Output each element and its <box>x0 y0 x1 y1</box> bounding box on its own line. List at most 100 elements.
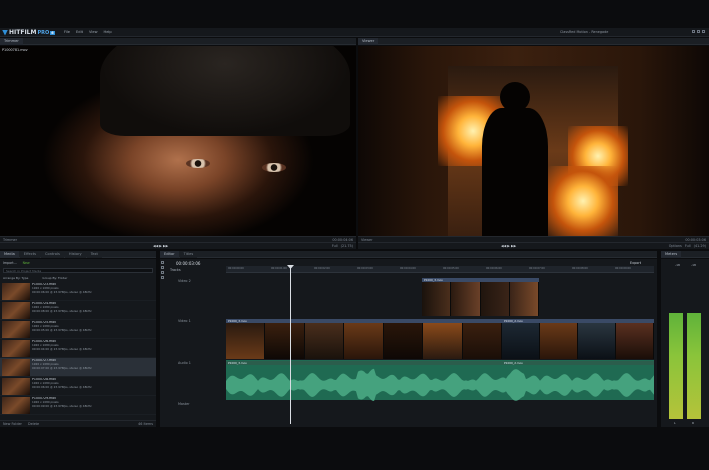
new-folder-button[interactable]: New Folder <box>3 422 22 426</box>
program-viewer[interactable] <box>358 46 709 236</box>
media-item[interactable]: P1000723.mov 1920 x 1080 pixels 00:00:06:0… <box>0 282 156 301</box>
delete-button[interactable]: Delete <box>28 422 39 426</box>
media-item-duration: 00:00:04:00 @ 23.976fps, stereo @ 48kHz <box>32 347 92 352</box>
media-search-input[interactable]: Search in Project Media <box>3 268 153 273</box>
fire-lower <box>548 166 618 236</box>
clip-video1-a[interactable]: P1000_3.mov <box>226 319 502 359</box>
viewer-options[interactable]: Options <box>669 244 682 248</box>
app-logo: HITFILM PRO 6 <box>2 29 55 36</box>
viewer-timecode: 00:00:03:06 <box>685 237 706 242</box>
track-video-1: Video 1 <box>178 319 191 323</box>
viewer-fit[interactable]: (41.29) <box>694 244 706 248</box>
trimmer-zoom[interactable]: Full <box>332 244 338 248</box>
slip-tool-icon[interactable] <box>161 276 164 279</box>
media-item[interactable]: P1000725.mov 1920 x 1080 pixels 00:00:05:0… <box>0 320 156 339</box>
viewer-playback-controls[interactable]: ◀◀ ▶ ▶▶ <box>501 244 516 248</box>
select-tool-icon[interactable] <box>161 261 164 264</box>
menu-view[interactable]: View <box>89 30 98 34</box>
media-item[interactable]: P1000726.mov 1920 x 1080 pixels 00:00:04:0… <box>0 339 156 358</box>
media-thumbnail <box>2 340 30 357</box>
media-item[interactable]: P1000729.mov 1920 x 1080 pixels 00:00:09:0… <box>0 396 156 415</box>
clip-audio-b-name: P1000_2.mov <box>502 361 654 365</box>
tab-meters[interactable]: Meters <box>661 250 682 258</box>
track-audio-1: Audio 1 <box>178 361 191 365</box>
tab-editor[interactable]: Editor <box>160 250 179 258</box>
timeline-panel: 00:00:03:06 Tracks Export 00:00:00:00 00:… <box>160 259 657 427</box>
tab-media[interactable]: Media <box>0 250 19 258</box>
meters-panel: -18 -18 L R <box>661 259 709 427</box>
ripple-tool-icon[interactable] <box>161 266 164 269</box>
new-button[interactable]: New <box>23 261 30 265</box>
arrange-by-select[interactable]: Arrange By: Type <box>3 276 28 280</box>
ruler-label: 00:00:03:00 <box>357 267 373 270</box>
media-item[interactable]: P1000727.mov 1920 x 1080 pixels 00:00:07:0… <box>0 358 156 377</box>
track-master: Master <box>178 402 190 406</box>
meter-left <box>669 313 683 419</box>
viewer-panel-header: Viewer <box>358 37 709 45</box>
export-button[interactable]: Export <box>630 261 641 265</box>
ruler-label: 00:00:00:00 <box>228 267 244 270</box>
media-item-duration: 00:00:09:00 @ 23.976fps, stereo @ 48kHz <box>32 404 92 409</box>
media-thumbnail <box>2 359 30 376</box>
clip-video1-b[interactable]: P1000_2.mov <box>502 319 654 359</box>
media-thumbnail <box>2 378 30 395</box>
media-list: P1000723.mov 1920 x 1080 pixels 00:00:06:0… <box>0 282 156 415</box>
maximize-button[interactable] <box>697 29 700 33</box>
item-count: 46 Items <box>138 422 153 426</box>
media-item-duration: 00:00:05:00 @ 23.976fps, stereo @ 48kHz <box>32 328 92 333</box>
tab-titles[interactable]: Titles <box>179 250 198 258</box>
media-panel-tabs: Media Effects Controls History Text <box>0 250 156 258</box>
trimmer-timecode: 00:00:04:06 <box>332 237 353 242</box>
tab-text[interactable]: Text <box>86 250 102 258</box>
import-button[interactable]: Import... <box>3 261 17 265</box>
media-item[interactable]: P1000724.mov 1920 x 1080 pixels 00:00:08:0… <box>0 301 156 320</box>
track-video-2: Video 2 <box>178 279 191 283</box>
trimmer-controls: ◀◀ ▶ ▶▶ Full (21.75) <box>0 242 356 249</box>
menu-edit[interactable]: Edit <box>76 30 83 34</box>
meter-right <box>687 313 701 419</box>
close-button[interactable] <box>702 29 705 33</box>
ruler-label: 00:00:08:00 <box>572 267 588 270</box>
tracks-label: Tracks <box>170 268 181 272</box>
media-thumbnail <box>2 302 30 319</box>
trimmer-fit[interactable]: (21.75) <box>341 244 353 248</box>
playback-controls[interactable]: ◀◀ ▶ ▶▶ <box>153 244 168 248</box>
left-eye <box>186 159 210 168</box>
media-item[interactable]: P1000728.mov 1920 x 1080 pixels 00:00:06:0… <box>0 377 156 396</box>
slice-tool-icon[interactable] <box>161 271 164 274</box>
menu-file[interactable]: File <box>64 30 70 34</box>
tab-controls[interactable]: Controls <box>41 250 64 258</box>
media-thumbnail <box>2 397 30 414</box>
tab-history[interactable]: History <box>64 250 86 258</box>
meter-left-peak: -18 <box>675 263 680 267</box>
minimize-button[interactable] <box>692 29 695 33</box>
ruler-label: 00:00:02:00 <box>314 267 330 270</box>
trimmer-viewer[interactable]: P1000781.mov <box>0 46 356 236</box>
clip-video2[interactable]: P1000_3.mov <box>422 278 539 316</box>
window-title: ClassRed Motion - Renegade <box>560 30 609 34</box>
ruler-label: 00:00:04:00 <box>400 267 416 270</box>
tab-effects[interactable]: Effects <box>19 250 41 258</box>
tab-viewer[interactable]: Viewer <box>358 37 379 45</box>
ruler-label: 00:00:07:00 <box>529 267 545 270</box>
playhead[interactable] <box>290 266 291 424</box>
media-item-duration: 00:00:06:00 @ 23.976fps, stereo @ 48kHz <box>32 385 92 390</box>
trimmer-clip-name: P1000781.mov <box>2 48 28 52</box>
group-by-select[interactable]: Group By: Folder <box>42 276 67 280</box>
viewer-label: Viewer <box>361 237 373 242</box>
version-badge: 6 <box>50 30 55 35</box>
viewer-zoom[interactable]: Full <box>685 244 691 248</box>
timeline-tools <box>161 261 165 301</box>
media-item-duration: 00:00:08:00 @ 23.976fps, stereo @ 48kHz <box>32 309 92 314</box>
timeline-timecode: 00:00:03:06 <box>176 261 201 266</box>
right-eye <box>262 163 286 172</box>
meter-right-peak: -18 <box>691 263 696 267</box>
ruler-label: 00:00:06:00 <box>486 267 502 270</box>
ruler-label: 00:00:05:00 <box>443 267 459 270</box>
media-footer: New Folder Delete 46 Items <box>0 420 156 427</box>
media-item-duration: 00:00:07:00 @ 23.976fps, stereo @ 48kHz <box>32 366 92 371</box>
menu-help[interactable]: Help <box>104 30 112 34</box>
tab-trimmer[interactable]: Trimmer <box>0 37 23 45</box>
media-panel: Import... New Search in Project Media Ar… <box>0 259 156 427</box>
figure-body <box>482 108 548 236</box>
